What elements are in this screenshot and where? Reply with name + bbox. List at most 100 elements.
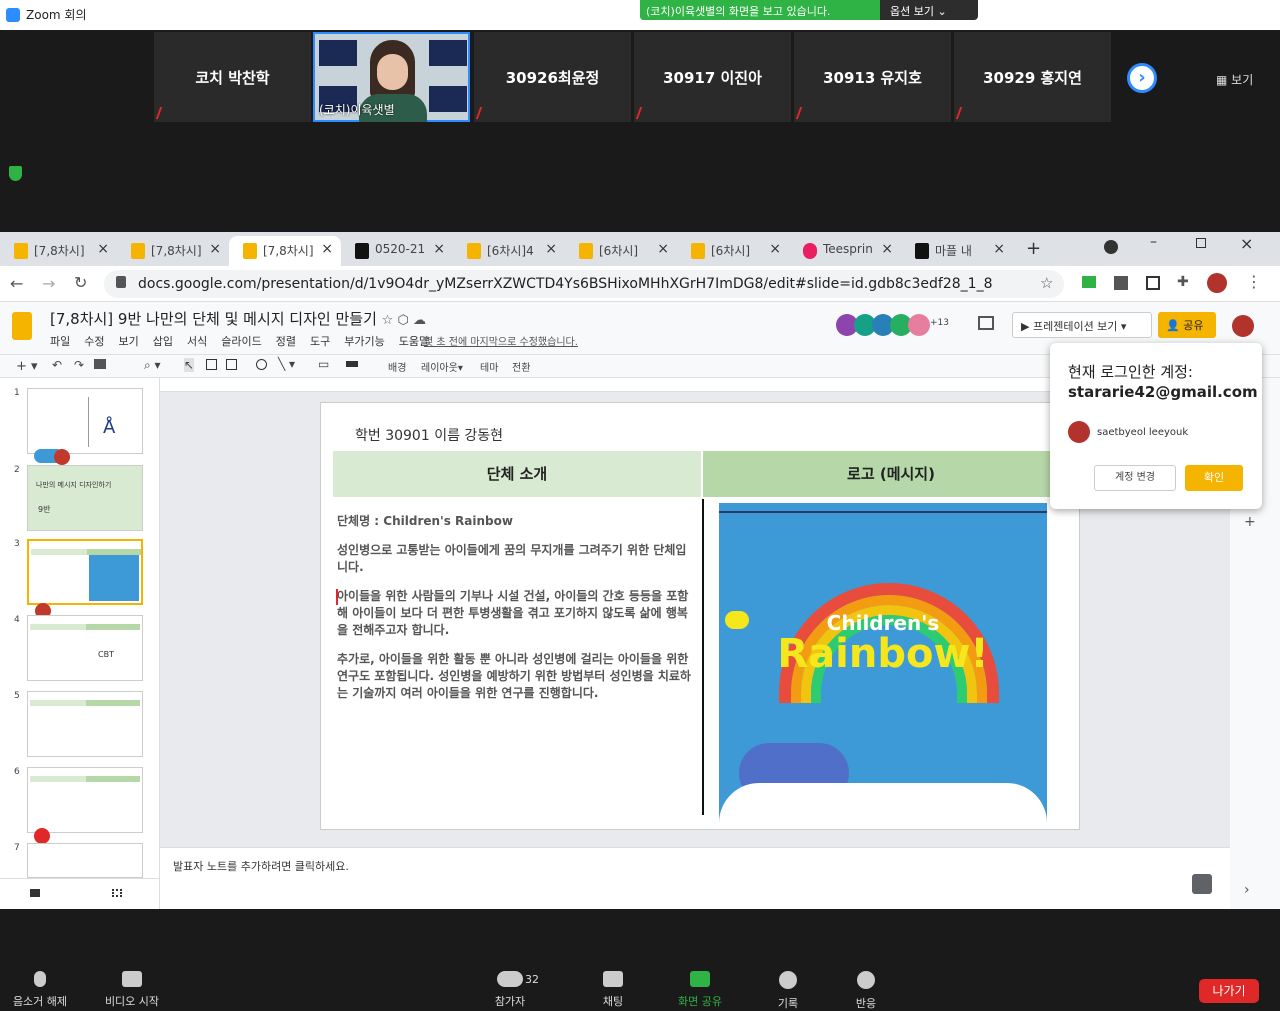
reload-icon[interactable]: ↻ <box>74 273 87 292</box>
share-button[interactable]: 👤 공유 <box>1158 312 1216 338</box>
browser-tab[interactable]: [7,8차시] × <box>117 236 229 266</box>
close-icon[interactable]: × <box>769 241 781 257</box>
next-page-arrow-icon[interactable]: › <box>1127 63 1157 93</box>
back-icon[interactable]: ← <box>10 274 23 293</box>
close-icon[interactable]: × <box>657 241 669 257</box>
browser-tab[interactable]: [6차시]4 × <box>453 236 565 266</box>
undo-icon[interactable]: ↶ <box>52 358 62 372</box>
url-field[interactable]: docs.google.com/presentation/d/1v9O4dr_y… <box>104 270 1064 298</box>
browser-tab[interactable]: [6차시] × <box>677 236 789 266</box>
comments-icon[interactable] <box>978 316 994 330</box>
new-tab-plus-icon[interactable]: + <box>1026 238 1041 259</box>
browser-tab-active[interactable]: [7,8차시] × <box>229 236 341 266</box>
participant-video-tile[interactable]: (코치)이육샛별 <box>313 32 470 122</box>
leave-button[interactable]: 나가기 <box>1199 979 1259 1003</box>
side-panel-plus-icon[interactable]: + <box>1244 514 1256 530</box>
close-icon[interactable]: × <box>433 241 445 257</box>
intro-header[interactable]: 단체 소개 <box>333 451 701 497</box>
puzzle-extensions-icon[interactable]: ✚ <box>1177 274 1189 290</box>
browser-tab[interactable]: 0520-21 × <box>341 236 453 266</box>
grid-view-icon[interactable] <box>112 889 122 897</box>
slide-thumbnail[interactable]: Å <box>27 388 143 465</box>
extension-icon[interactable] <box>1114 276 1128 290</box>
menu-tools[interactable]: 도구 <box>310 335 330 348</box>
window-close-icon[interactable]: × <box>1240 234 1253 253</box>
account-avatar[interactable] <box>1232 315 1254 337</box>
logo-header[interactable]: 로고 (메시지) <box>703 451 1079 497</box>
layout-button[interactable]: 레이아웃▾ <box>421 359 463 374</box>
explore-icon[interactable] <box>1192 874 1212 894</box>
slide-thumbnail-selected[interactable] <box>27 539 143 619</box>
close-icon[interactable]: × <box>881 241 893 257</box>
record-button[interactable]: 기록 <box>748 971 828 1011</box>
print-icon[interactable] <box>94 359 106 369</box>
slide[interactable]: 학번 30901 이름 강동현 단체 소개 로고 (메시지) 단체명 : Chi… <box>320 402 1080 830</box>
line-weight-icon[interactable] <box>346 361 358 367</box>
student-info[interactable]: 학번 30901 이름 강동현 <box>355 425 503 445</box>
textbox-icon[interactable] <box>206 359 217 370</box>
profile-avatar[interactable] <box>1207 273 1227 293</box>
menu-insert[interactable]: 삽입 <box>153 335 173 348</box>
extension-icon[interactable] <box>1082 276 1096 288</box>
menu-slide[interactable]: 슬라이드 <box>221 335 261 348</box>
shape-icon[interactable] <box>256 359 267 370</box>
view-options-button[interactable]: 옵션 보기 ⌄ <box>890 3 947 19</box>
select-cursor-icon[interactable]: ↖ <box>184 358 195 372</box>
close-icon[interactable]: × <box>545 241 557 257</box>
last-edit-link[interactable]: 몇 초 전에 마지막으로 수정했습니다. <box>424 333 578 348</box>
menu-addons[interactable]: 부가기능 <box>344 335 384 348</box>
close-icon[interactable]: × <box>993 241 1005 257</box>
close-icon[interactable]: × <box>97 241 109 257</box>
participant-tile[interactable]: 30917 이진아 <box>634 32 791 122</box>
menu-format[interactable]: 서식 <box>187 335 207 348</box>
maximize-icon[interactable] <box>1196 238 1206 248</box>
collaborators[interactable]: +13 <box>836 314 949 336</box>
participant-tile[interactable]: 30913 유지호 <box>794 32 951 122</box>
speaker-notes[interactable]: 발표자 노트를 추가하려면 클릭하세요. <box>160 847 1230 909</box>
redo-icon[interactable]: ↷ <box>74 358 84 372</box>
browser-tab[interactable]: Teesprin × <box>789 236 901 266</box>
participant-tile[interactable]: 30929 홍지연 <box>954 32 1111 122</box>
slide-thumbnail[interactable] <box>27 691 143 757</box>
view-button[interactable]: ▦ 보기 <box>1216 71 1253 88</box>
chat-button[interactable]: 채팅 <box>573 971 653 1009</box>
side-panel-toggle-icon[interactable]: › <box>1244 882 1250 898</box>
switch-account-button[interactable]: 계정 변경 <box>1094 465 1176 491</box>
bookmark-star-icon[interactable]: ☆ <box>1040 274 1053 292</box>
zoom-icon[interactable]: ⌕ ▾ <box>144 358 161 373</box>
document-title[interactable]: [7,8차시] 9반 나만의 단체 및 메시지 디자인 만들기 ☆ ⬡ ☁ <box>50 308 426 329</box>
extension-icon[interactable] <box>1146 276 1160 290</box>
theme-button[interactable]: 테마 <box>480 359 498 374</box>
intro-text[interactable]: 단체명 : Children's Rainbow 성인병으로 고통받는 아이들에… <box>337 513 693 702</box>
share-screen-button[interactable]: 화면 공유 <box>660 971 740 1009</box>
close-icon[interactable]: × <box>321 241 333 257</box>
participant-tile[interactable]: 코치 박찬학 <box>154 32 311 122</box>
tab-search-icon[interactable] <box>1104 240 1118 254</box>
unmute-button[interactable]: 음소거 해제 <box>0 971 80 1009</box>
slide-thumbnail[interactable] <box>27 843 143 878</box>
slide-thumbnail[interactable]: CBT <box>27 615 143 681</box>
childrens-rainbow-logo[interactable]: Children's Rainbow! <box>719 503 1047 829</box>
menu-dots-icon[interactable]: ⋮ <box>1246 272 1262 291</box>
background-button[interactable]: 배경 <box>388 359 406 374</box>
confirm-button[interactable]: 확인 <box>1185 465 1243 491</box>
close-icon[interactable]: × <box>209 241 221 257</box>
browser-tab[interactable]: [7,8차시] × <box>0 236 117 266</box>
image-icon[interactable] <box>226 359 237 370</box>
menu-edit[interactable]: 수정 <box>84 335 104 348</box>
minimize-icon[interactable]: – <box>1150 234 1157 250</box>
start-video-button[interactable]: 비디오 시작 <box>92 971 172 1009</box>
browser-tab[interactable]: [6차시] × <box>565 236 677 266</box>
list-view-icon[interactable] <box>30 889 40 897</box>
slides-logo-icon[interactable] <box>12 312 32 340</box>
present-button[interactable]: ▶ 프레젠테이션 보기 ▾ <box>1012 312 1152 338</box>
transition-button[interactable]: 전환 <box>512 359 530 374</box>
reactions-button[interactable]: 반응 <box>826 971 906 1011</box>
forward-icon[interactable]: → <box>42 274 55 293</box>
comment-add-icon[interactable]: ▭ <box>318 357 329 371</box>
menu-file[interactable]: 파일 <box>50 335 70 348</box>
security-shield-icon[interactable] <box>9 166 22 181</box>
participant-tile[interactable]: 30926최윤정 <box>474 32 631 122</box>
menu-view[interactable]: 보기 <box>119 335 139 348</box>
new-slide-plus-icon[interactable]: + ▾ <box>16 359 38 374</box>
